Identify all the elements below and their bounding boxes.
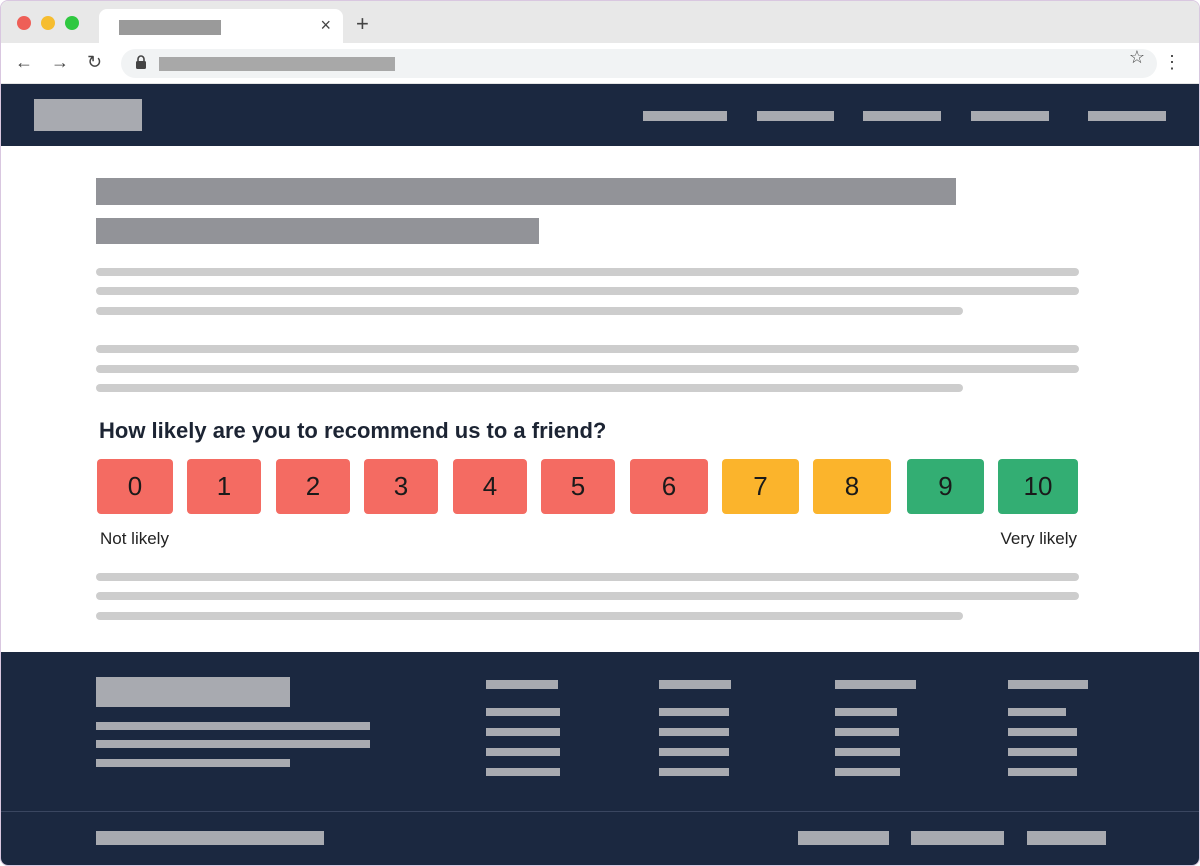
nav-link-2[interactable] [757, 111, 834, 121]
legal-link[interactable] [911, 831, 1004, 845]
score-button-7[interactable]: 7 [722, 459, 799, 514]
site-footer [1, 652, 1199, 865]
score-button-4[interactable]: 4 [453, 459, 527, 514]
legal-link[interactable] [798, 831, 889, 845]
tab-title-placeholder [119, 20, 221, 35]
paragraph-placeholder-line [96, 287, 1079, 295]
footer-link[interactable] [659, 708, 729, 716]
score-button-6[interactable]: 6 [630, 459, 708, 514]
score-button-9[interactable]: 9 [907, 459, 984, 514]
site-logo-placeholder[interactable] [34, 99, 142, 131]
footer-link[interactable] [659, 748, 729, 756]
copyright-placeholder [96, 831, 324, 845]
footer-col-heading [659, 680, 731, 689]
paragraph-placeholder-line [96, 307, 963, 315]
footer-link[interactable] [835, 748, 900, 756]
minimize-window-button[interactable] [41, 16, 55, 30]
paragraph-placeholder-line [96, 345, 1079, 353]
footer-link[interactable] [486, 748, 560, 756]
footer-link[interactable] [1008, 768, 1077, 776]
score-button-0[interactable]: 0 [97, 459, 173, 514]
forward-arrow-icon[interactable]: → [51, 51, 69, 73]
footer-col-heading [1008, 680, 1088, 689]
scale-high-label: Very likely [1000, 529, 1077, 548]
paragraph-placeholder-line [96, 268, 1079, 276]
footer-link[interactable] [659, 768, 729, 776]
nav-link-5[interactable] [1088, 111, 1166, 121]
site-header [1, 84, 1199, 146]
browser-menu-icon[interactable]: ⋮ [1163, 51, 1181, 73]
nav-link-4[interactable] [971, 111, 1049, 121]
score-button-2[interactable]: 2 [276, 459, 350, 514]
footer-link[interactable] [1008, 748, 1077, 756]
footer-link[interactable] [1008, 728, 1077, 736]
footer-logo-placeholder [96, 677, 290, 707]
lock-icon [136, 55, 146, 69]
paragraph-placeholder-line [96, 384, 963, 392]
nps-score-scale: 0 1 2 3 4 5 6 7 8 9 10 [97, 459, 1079, 514]
footer-col-heading [835, 680, 916, 689]
footer-col-heading [486, 680, 558, 689]
footer-link[interactable] [486, 768, 560, 776]
close-window-button[interactable] [17, 16, 31, 30]
tab-close-icon[interactable]: × [320, 15, 331, 35]
footer-link[interactable] [659, 728, 729, 736]
url-placeholder [159, 57, 395, 71]
footer-link[interactable] [835, 768, 900, 776]
score-button-5[interactable]: 5 [541, 459, 615, 514]
nps-question: How likely are you to recommend us to a … [99, 418, 607, 443]
address-bar[interactable] [121, 49, 1157, 78]
footer-link[interactable] [835, 728, 899, 736]
bookmark-star-icon[interactable]: ☆ [1129, 46, 1145, 68]
heading-placeholder-line-2 [96, 218, 539, 244]
score-button-8[interactable]: 8 [813, 459, 891, 514]
paragraph-placeholder-line [96, 592, 1079, 600]
new-tab-icon[interactable]: + [356, 13, 369, 35]
nav-link-3[interactable] [863, 111, 941, 121]
footer-link[interactable] [486, 708, 560, 716]
score-button-3[interactable]: 3 [364, 459, 438, 514]
browser-window: × + ← → ↻ ☆ ⋮ How likely are you to reco… [0, 0, 1200, 866]
back-arrow-icon[interactable]: ← [15, 51, 33, 73]
score-button-10[interactable]: 10 [998, 459, 1078, 514]
paragraph-placeholder-line [96, 612, 963, 620]
paragraph-placeholder-line [96, 365, 1079, 373]
maximize-window-button[interactable] [65, 16, 79, 30]
paragraph-placeholder-line [96, 573, 1079, 581]
browser-toolbar: ← → ↻ ☆ ⋮ [1, 43, 1199, 84]
footer-link[interactable] [1008, 708, 1066, 716]
reload-icon[interactable]: ↻ [87, 51, 102, 73]
tab-strip: × + [1, 1, 1199, 43]
legal-link[interactable] [1027, 831, 1106, 845]
footer-text-placeholder [96, 759, 290, 767]
footer-text-placeholder [96, 740, 370, 748]
heading-placeholder-line-1 [96, 178, 956, 205]
footer-link[interactable] [486, 728, 560, 736]
scale-low-label: Not likely [100, 529, 169, 548]
footer-divider [1, 811, 1199, 812]
footer-text-placeholder [96, 722, 370, 730]
browser-tab[interactable]: × [99, 9, 343, 43]
nav-link-1[interactable] [643, 111, 727, 121]
footer-link[interactable] [835, 708, 897, 716]
score-button-1[interactable]: 1 [187, 459, 261, 514]
main-content: How likely are you to recommend us to a … [1, 146, 1199, 652]
